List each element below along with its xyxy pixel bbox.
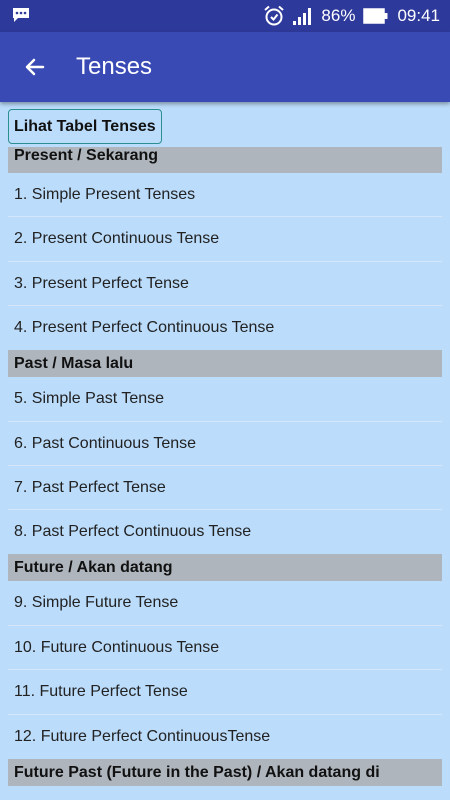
list-item[interactable]: 8. Past Perfect Continuous Tense [8, 510, 442, 554]
list-item[interactable]: 12. Future Perfect ContinuousTense [8, 715, 442, 759]
back-arrow-icon[interactable] [20, 52, 50, 82]
status-bar: 86% 09:41 [0, 0, 450, 32]
signal-icon [293, 7, 313, 25]
clock: 09:41 [397, 6, 440, 25]
tenses-list: Present / Sekarang 1. Simple Present Ten… [8, 147, 442, 786]
list-item[interactable]: 11. Future Perfect Tense [8, 670, 442, 715]
list-item[interactable]: 7. Past Perfect Tense [8, 466, 442, 511]
app-bar: Tenses [0, 32, 450, 102]
list-item[interactable]: 1. Simple Present Tenses [8, 173, 442, 218]
section-header-future: Future / Akan datang [8, 554, 442, 582]
list-item[interactable]: 3. Present Perfect Tense [8, 262, 442, 307]
list-item[interactable]: 9. Simple Future Tense [8, 581, 442, 626]
list-item[interactable]: 2. Present Continuous Tense [8, 217, 442, 262]
content-area: Lihat Tabel Tenses Present / Sekarang 1.… [0, 102, 450, 800]
battery-icon [363, 8, 389, 24]
alarm-icon [263, 5, 285, 27]
page-title: Tenses [76, 53, 153, 80]
message-icon [12, 7, 30, 23]
list-item[interactable]: 4. Present Perfect Continuous Tense [8, 306, 442, 350]
view-tenses-table-button[interactable]: Lihat Tabel Tenses [8, 109, 162, 144]
list-item[interactable]: 6. Past Continuous Tense [8, 422, 442, 466]
battery-percent: 86% [321, 6, 356, 25]
section-header-future-past: Future Past (Future in the Past) / Akan … [8, 758, 442, 786]
list-item[interactable]: 5. Simple Past Tense [8, 377, 442, 422]
section-header-present: Present / Sekarang [8, 147, 442, 173]
list-item[interactable]: 10. Future Continuous Tense [8, 626, 442, 671]
section-header-past: Past / Masa lalu [8, 350, 442, 378]
